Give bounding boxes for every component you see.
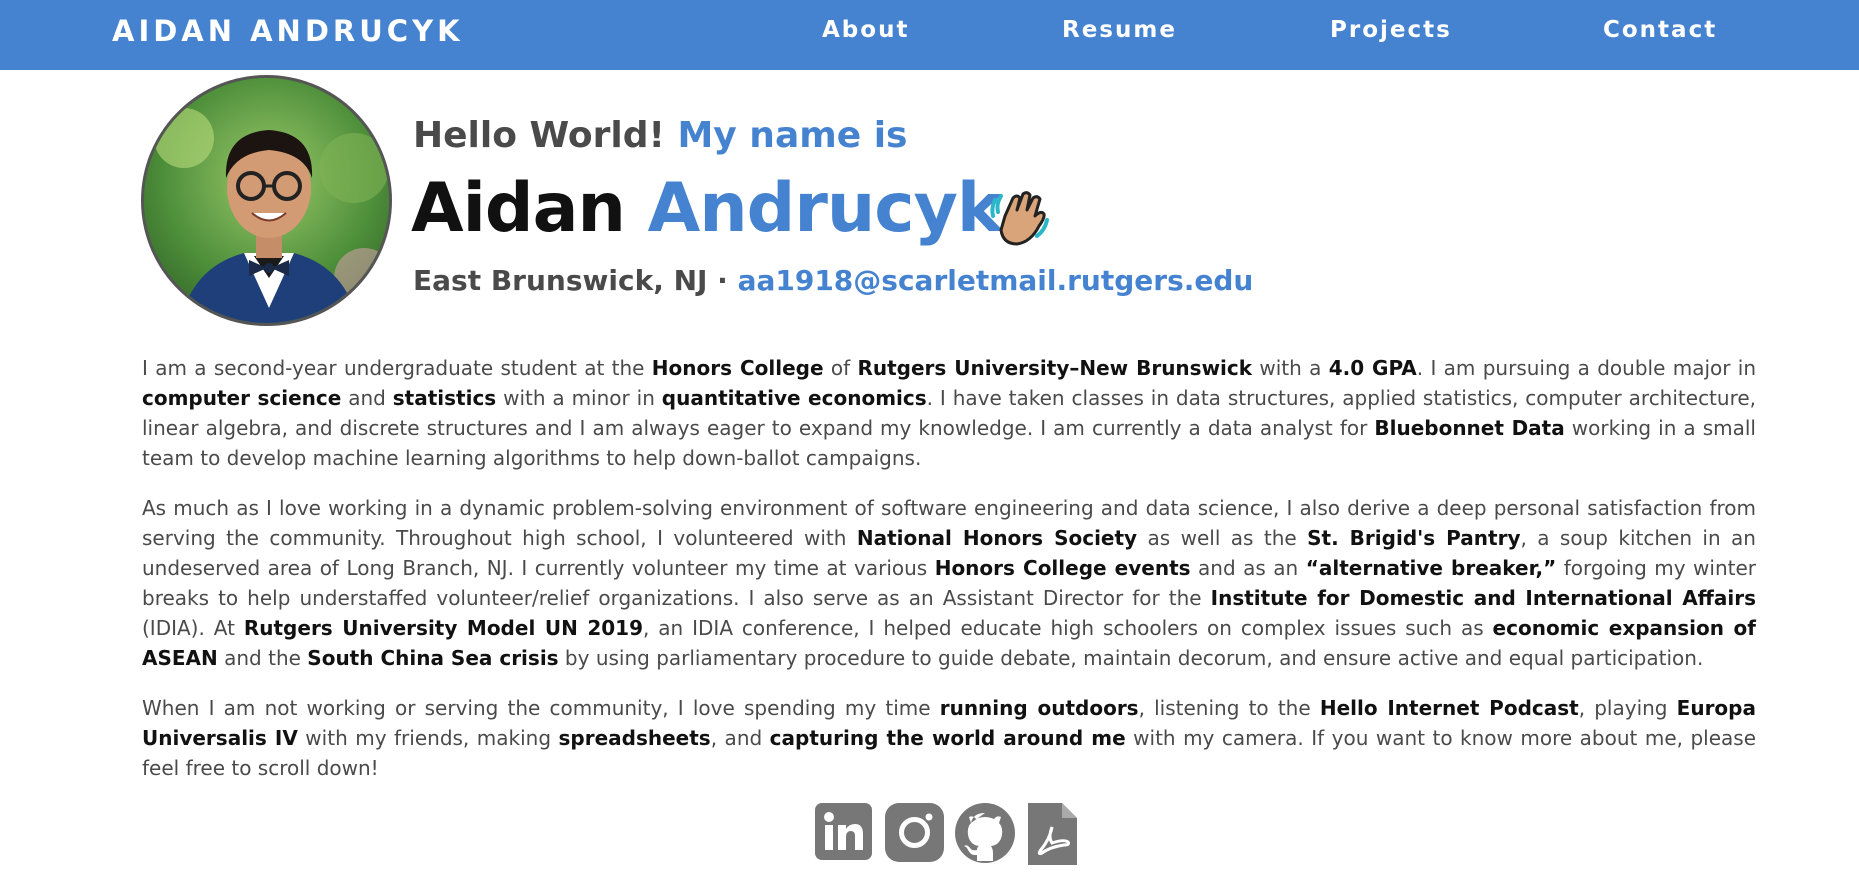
bio-highlight: Rutgers University Model UN 2019 [243,616,643,640]
bio-highlight: St. Brigid's Pantry [1307,526,1521,550]
nav-link-projects[interactable]: Projects [1330,17,1452,43]
navbar: AIDAN ANDRUCYK About Resume Projects Con… [0,0,1859,70]
bio-highlight: Institute for Domestic and International… [1210,586,1757,610]
last-name: Andrucyk [647,169,1003,248]
greeting-suffix: My name is [677,115,908,156]
profile-photo [141,75,392,326]
linkedin-icon[interactable] [815,803,872,860]
bio-text: and [341,386,393,410]
bio-highlight: computer science [142,386,342,410]
bio-highlight: running outdoors [939,696,1139,720]
bio-text: by using parliamentary procedure to guid… [558,646,1704,670]
bio-paragraph-3: When I am not working or serving the com… [142,693,1756,783]
bio-text: with a [1252,356,1329,380]
bio-text: , an IDIA conference, I helped educate h… [643,616,1493,640]
bio-highlight: Bluebonnet Data [1374,416,1565,440]
location-text: East Brunswick, NJ · [413,264,728,297]
bio-highlight: statistics [392,386,497,410]
bio-highlight: Honors College [651,356,824,380]
bio-text: (IDIA). At [142,616,244,640]
bio-text: , playing [1578,696,1677,720]
bio-highlight: Hello Internet Podcast [1319,696,1579,720]
first-name: Aidan [411,169,626,248]
bio-text: , and [710,726,770,750]
greeting-heading: Hello World! My name is [413,115,907,156]
bio-text: I am a second-year undergraduate student… [142,356,652,380]
instagram-icon[interactable] [885,803,944,862]
bio-highlight: spreadsheets [558,726,711,750]
bio-paragraph-1: I am a second-year undergraduate student… [142,353,1756,473]
bio-text: with a minor in [496,386,662,410]
bio-text: , listening to the [1138,696,1320,720]
social-links [815,803,1077,865]
nav-link-resume[interactable]: Resume [1062,17,1177,43]
bio-highlight: South China Sea crisis [307,646,559,670]
email-link[interactable]: aa1918@scarletmail.rutgers.edu [738,264,1254,297]
bio-text: When I am not working or serving the com… [142,696,940,720]
bio-highlight: “alternative breaker,” [1305,556,1557,580]
waving-hand-icon [990,191,1049,246]
bio-text: and as an [1190,556,1306,580]
bio-highlight: quantitative economics [661,386,927,410]
bio-section: I am a second-year undergraduate student… [142,353,1756,803]
bio-highlight: Rutgers University–New Brunswick [857,356,1253,380]
github-icon[interactable] [955,803,1015,863]
location-email-line: East Brunswick, NJ · aa1918@scarletmail.… [413,264,1253,297]
name-heading: Aidan Andrucyk [411,169,1003,248]
bio-highlight: National Honors Society [856,526,1138,550]
bio-highlight: capturing the world around me [769,726,1126,750]
bio-text: of [823,356,858,380]
bio-highlight: 4.0 GPA [1328,356,1417,380]
bio-text: with my friends, making [297,726,559,750]
brand-logo-link[interactable]: AIDAN ANDRUCYK [112,14,464,48]
nav-link-contact[interactable]: Contact [1603,17,1717,43]
greeting-prefix: Hello World! [413,115,665,156]
bio-text: as well as the [1137,526,1308,550]
bio-paragraph-2: As much as I love working in a dynamic p… [142,493,1756,673]
bio-text: and the [217,646,308,670]
bio-text: . I am pursuing a double major in [1416,356,1757,380]
bio-highlight: Honors College events [934,556,1191,580]
pdf-resume-icon[interactable] [1028,803,1077,865]
nav-link-about[interactable]: About [822,17,909,43]
